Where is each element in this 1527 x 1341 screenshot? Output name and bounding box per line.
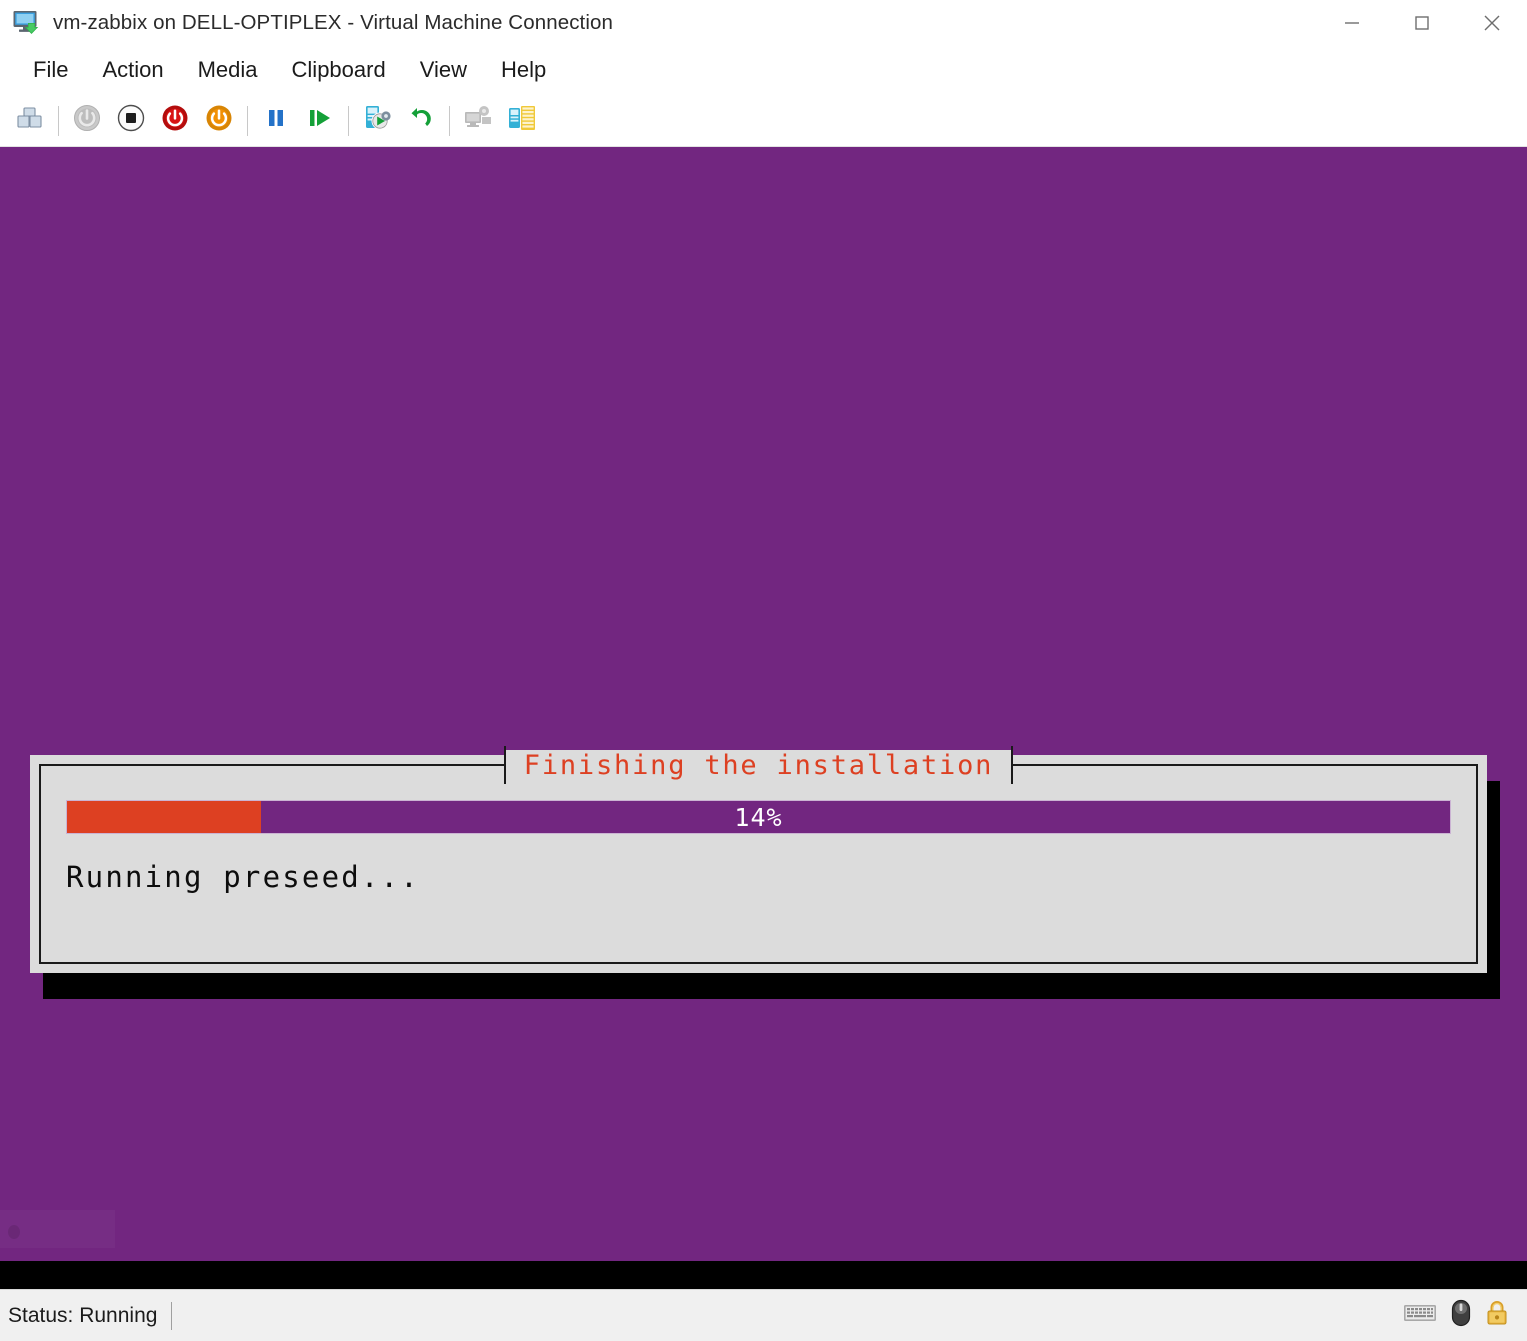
lock-icon (1485, 1299, 1509, 1332)
checkpoint-icon (361, 102, 393, 139)
toolbar-separator (58, 105, 59, 136)
menu-item-view[interactable]: View (403, 53, 484, 87)
menu-item-file[interactable]: File (16, 53, 85, 87)
maximize-button[interactable] (1387, 0, 1457, 45)
move-icon (462, 103, 494, 138)
resume-button[interactable] (298, 99, 342, 143)
ctrl-alt-delete-button[interactable] (8, 99, 52, 143)
toolbar-separator (247, 105, 248, 136)
shut-down-icon (160, 103, 190, 138)
status-separator (171, 1301, 173, 1330)
title-bar: vm-zabbix on DELL-OPTIPLEX - Virtual Mac… (0, 0, 1527, 45)
revert-icon (406, 103, 436, 138)
installer-dialog-frame: Finishing the installation 14% Running p… (39, 746, 1478, 964)
installer-progress-bar: 14% (66, 800, 1451, 834)
menu-item-action[interactable]: Action (85, 53, 180, 87)
shut-down-button[interactable] (153, 99, 197, 143)
move-button[interactable] (456, 99, 500, 143)
toolbar-separator (348, 105, 349, 136)
menu-item-media[interactable]: Media (181, 53, 275, 87)
vm-screen[interactable]: Finishing the installation 14% Running p… (0, 147, 1527, 1289)
installer-dialog-title-bar: Finishing the installation (41, 746, 1476, 784)
installer-progress-label: 14% (734, 802, 783, 832)
pause-button[interactable] (254, 99, 298, 143)
minimize-button[interactable] (1317, 0, 1387, 45)
pause-icon (261, 103, 291, 138)
mouse-icon (1451, 1299, 1471, 1332)
save-icon (204, 103, 234, 138)
menu-bar: File Action Media Clipboard View Help (0, 45, 1527, 95)
start-icon (72, 103, 102, 138)
toolbar (0, 95, 1527, 147)
resume-icon (305, 103, 335, 138)
ctrl-alt-delete-icon (15, 103, 45, 138)
installer-dialog-title: Finishing the installation (503, 746, 1014, 784)
save-button[interactable] (197, 99, 241, 143)
window-title: vm-zabbix on DELL-OPTIPLEX - Virtual Mac… (53, 10, 614, 34)
start-button[interactable] (65, 99, 109, 143)
revert-button[interactable] (399, 99, 443, 143)
enhanced-session-icon (506, 103, 538, 138)
checkpoint-button[interactable] (355, 99, 399, 143)
turn-off-button[interactable] (109, 99, 153, 143)
menu-item-help[interactable]: Help (484, 53, 563, 87)
status-bar: Status: Running (0, 1289, 1527, 1341)
window-controls (1317, 0, 1527, 45)
installer-status-message: Running preseed... (66, 860, 420, 894)
status-text: Status: Running (8, 1303, 158, 1327)
menu-item-clipboard[interactable]: Clipboard (275, 53, 403, 87)
toolbar-separator (449, 105, 450, 136)
status-bar-icons (1403, 1290, 1509, 1341)
virtual-machine-connection-window: vm-zabbix on DELL-OPTIPLEX - Virtual Mac… (0, 0, 1527, 1341)
close-button[interactable] (1457, 0, 1527, 45)
keyboard-icon (1403, 1301, 1437, 1330)
installer-dialog: Finishing the installation 14% Running p… (30, 746, 1487, 973)
vm-screen-letterbox (0, 1261, 1527, 1289)
vm-screen-artifact-dot (8, 1225, 20, 1239)
turn-off-icon (116, 103, 146, 138)
virtual-machine-icon (11, 8, 41, 38)
enhanced-session-button[interactable] (500, 99, 544, 143)
